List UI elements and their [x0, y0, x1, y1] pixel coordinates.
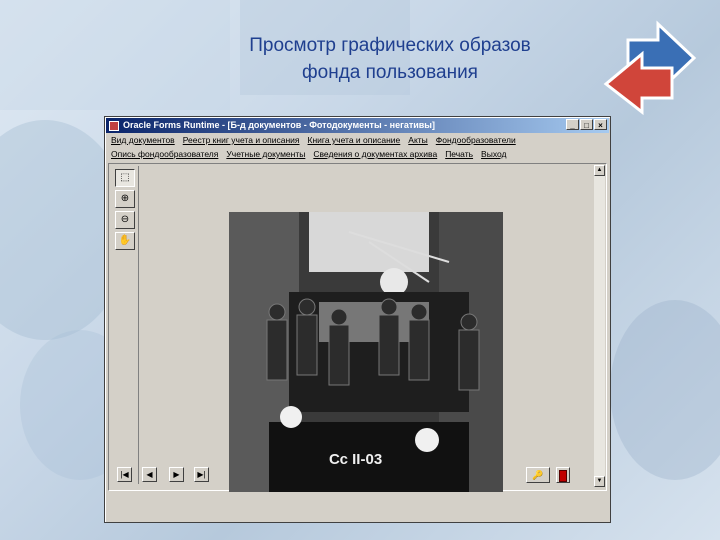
- slide-title-line2: фонда пользования: [302, 62, 478, 83]
- menu-accounting-docs[interactable]: Учетные документы: [222, 147, 309, 161]
- zoom-in-icon[interactable]: ⊕: [115, 190, 135, 208]
- form-canvas: ⬚ ⊕ ⊖ ✋ Сс II-03 ▲ ▼: [108, 163, 607, 492]
- window-controls: _ □ ×: [566, 119, 607, 130]
- menu-accounting-book[interactable]: Книга учета и описание: [304, 133, 405, 147]
- oracle-forms-window: Oracle Forms Runtime - [Б-д документов -…: [104, 116, 611, 523]
- menu-acts[interactable]: Акты: [404, 133, 432, 147]
- scroll-up-button[interactable]: ▲: [594, 165, 605, 176]
- menu-creator-inventory[interactable]: Опись фондообразователя: [107, 147, 222, 161]
- select-rectangle-icon[interactable]: ⬚: [115, 169, 135, 187]
- slide-title: Просмотр графических образов фонда польз…: [180, 32, 600, 86]
- window-titlebar[interactable]: Oracle Forms Runtime - [Б-д документов -…: [106, 118, 609, 133]
- record-navigation-bar: |◀ ◀ ▶ ▶| 🔑: [108, 459, 605, 517]
- next-record-button[interactable]: ▶: [169, 467, 184, 482]
- vertical-scrollbar[interactable]: ▲ ▼: [594, 165, 605, 487]
- minimize-button[interactable]: _: [566, 119, 579, 130]
- menu-exit[interactable]: Выход: [477, 147, 510, 161]
- menu-fund-creators[interactable]: Фондообразователи: [432, 133, 520, 147]
- zoom-out-icon[interactable]: ⊖: [115, 211, 135, 229]
- window-title: Oracle Forms Runtime - [Б-д документов -…: [123, 120, 435, 130]
- slide-title-line1: Просмотр графических образов: [249, 35, 531, 56]
- menu-print[interactable]: Печать: [441, 147, 477, 161]
- photo-image: Сс II-03: [229, 212, 503, 492]
- image-toolbar: ⬚ ⊕ ⊖ ✋: [112, 166, 139, 484]
- menu-row-2: Опись фондообразователя Учетные документ…: [107, 147, 608, 161]
- menu-row-1: Вид документов Реестр книг учета и описа…: [107, 133, 608, 147]
- key-icon[interactable]: 🔑: [526, 467, 550, 483]
- close-button[interactable]: ×: [594, 119, 607, 130]
- exit-door-icon[interactable]: [556, 467, 570, 483]
- app-icon: [109, 120, 119, 131]
- bg-figure: [610, 300, 720, 480]
- last-record-button[interactable]: ▶|: [194, 467, 209, 482]
- menu-registry[interactable]: Реестр книг учета и описания: [179, 133, 304, 147]
- prev-record-button[interactable]: ◀: [142, 467, 157, 482]
- menu-bar: Вид документов Реестр книг учета и описа…: [105, 133, 610, 161]
- first-record-button[interactable]: |◀: [117, 467, 132, 482]
- pan-hand-icon[interactable]: ✋: [115, 232, 135, 250]
- maximize-button[interactable]: □: [580, 119, 593, 130]
- navigation-arrows-icon: [603, 20, 697, 116]
- menu-document-types[interactable]: Вид документов: [107, 133, 179, 147]
- menu-archive-info[interactable]: Сведения о документах архива: [309, 147, 441, 161]
